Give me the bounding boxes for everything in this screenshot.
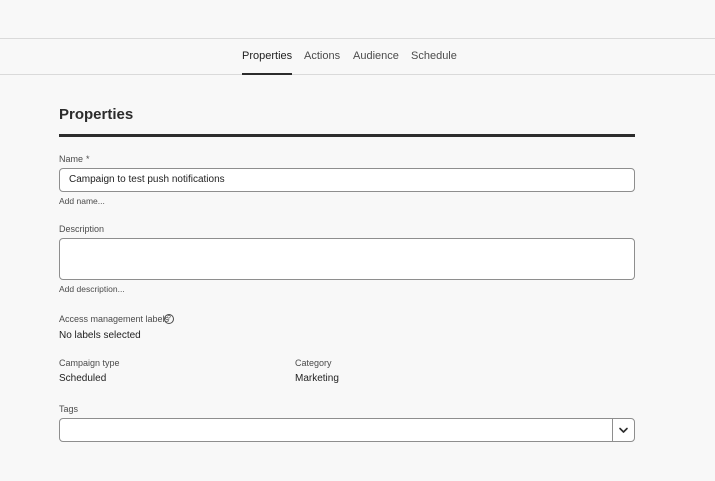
tags-label: Tags	[59, 404, 79, 414]
name-helper-text: Add name...	[59, 196, 105, 206]
top-bar	[0, 0, 715, 39]
help-circle-icon[interactable]: ?	[164, 314, 174, 324]
required-indicator: *	[86, 154, 90, 164]
category-label: Category	[295, 358, 332, 368]
category-value: Marketing	[295, 373, 339, 384]
description-helper-text: Add description...	[59, 284, 125, 294]
section-title: Properties	[59, 106, 134, 123]
access-labels-label: Access management labels	[59, 314, 170, 324]
name-label-text: Name	[59, 154, 84, 164]
name-field-value: Campaign to test push notifications	[69, 174, 225, 185]
section-divider	[59, 134, 635, 137]
description-field[interactable]	[59, 238, 635, 280]
tab-bar: Properties Actions Audience Schedule	[0, 39, 715, 75]
tab-audience[interactable]: Audience	[353, 39, 399, 74]
chevron-down-icon	[619, 427, 628, 433]
name-field[interactable]: Campaign to test push notifications	[59, 168, 635, 192]
tab-properties[interactable]: Properties	[242, 39, 293, 75]
campaign-type-value: Scheduled	[59, 373, 107, 384]
description-field-label: Description	[59, 224, 105, 234]
name-field-label: Name *	[59, 154, 90, 164]
tags-combobox[interactable]	[59, 418, 635, 442]
tags-dropdown-button[interactable]	[613, 419, 634, 441]
tab-schedule[interactable]: Schedule	[411, 39, 457, 74]
tab-actions[interactable]: Actions	[304, 39, 340, 74]
campaign-type-label: Campaign type	[59, 358, 120, 368]
access-labels-value: No labels selected	[59, 330, 141, 341]
